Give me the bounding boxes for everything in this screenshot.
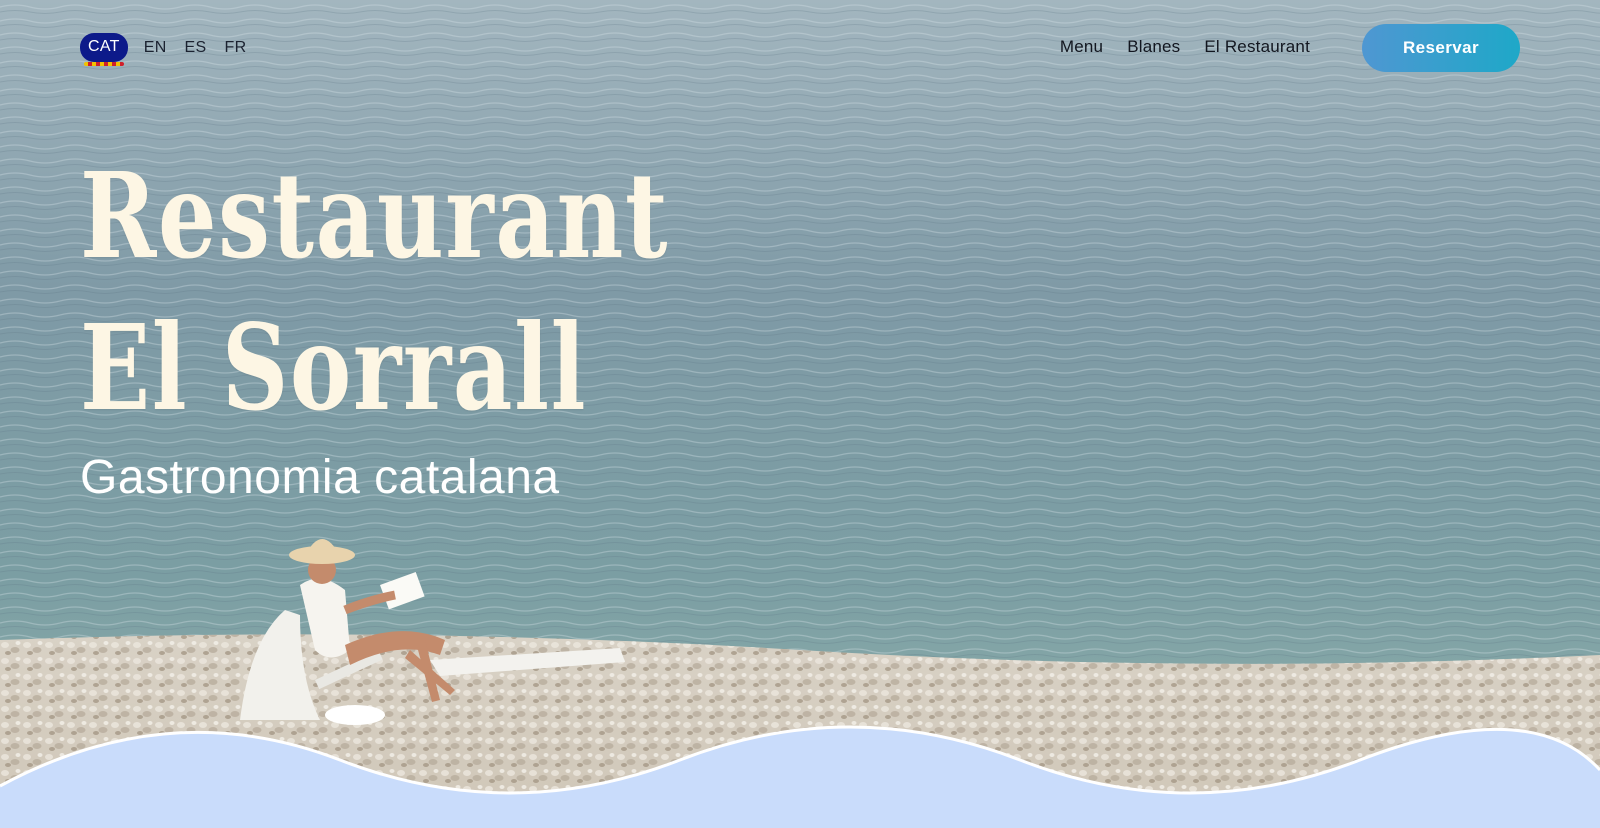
lang-fr[interactable]: FR (225, 39, 247, 57)
hero-section: CAT EN ES FR Menu Blanes El Restaurant R… (0, 0, 1600, 828)
main-nav: Menu Blanes El Restaurant (1060, 37, 1310, 57)
language-switcher: CAT EN ES FR (80, 33, 264, 66)
reserve-button[interactable]: Reservar (1362, 24, 1520, 72)
hero-title-line-2: El Sorrall (80, 298, 588, 437)
lang-cat[interactable]: CAT (80, 33, 128, 66)
nav-link-menu[interactable]: Menu (1060, 37, 1103, 57)
hero-title-line-1: Restaurant (80, 146, 670, 285)
hero-subtitle: Gastronomia catalana (80, 451, 560, 504)
lang-en[interactable]: EN (144, 39, 167, 57)
lang-es[interactable]: ES (185, 39, 207, 57)
nav-link-el-restaurant[interactable]: El Restaurant (1204, 37, 1310, 57)
hero-title: Restaurant El Sorrall (80, 140, 669, 444)
nav-link-blanes[interactable]: Blanes (1127, 37, 1180, 57)
